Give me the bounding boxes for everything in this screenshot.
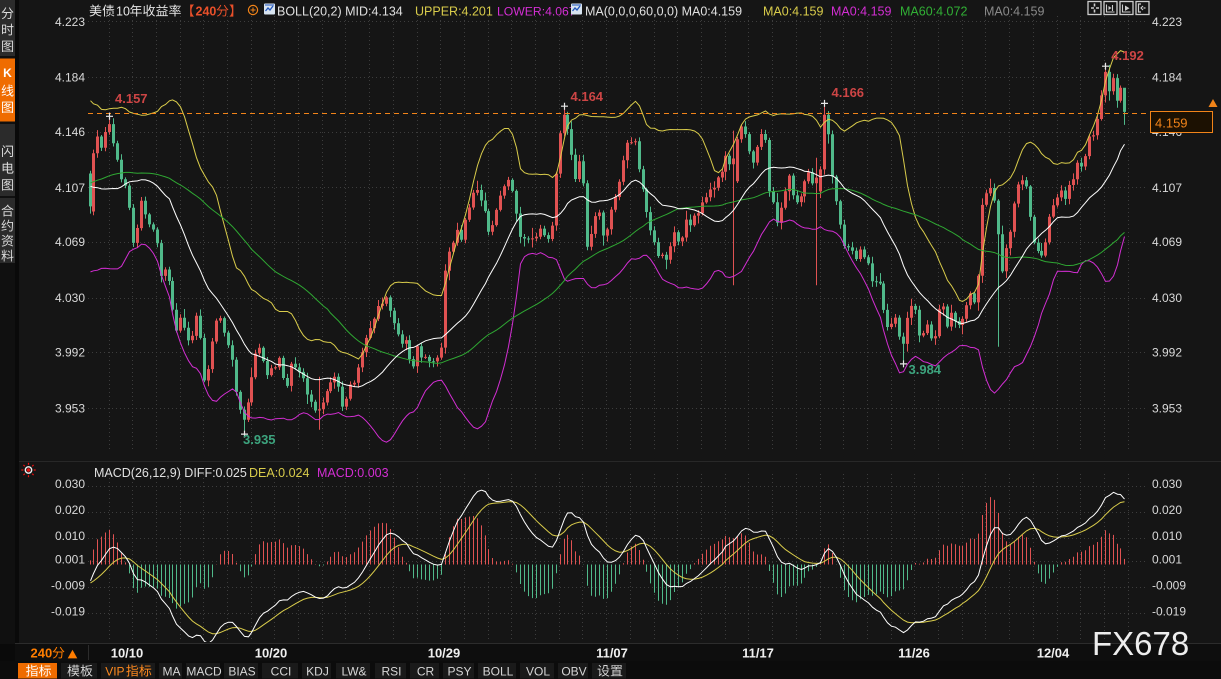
svg-text:-0.009: -0.009 xyxy=(1152,578,1186,592)
svg-text:OBV: OBV xyxy=(561,665,586,679)
svg-text:4.069: 4.069 xyxy=(55,235,85,249)
svg-text:K: K xyxy=(3,66,12,80)
svg-text:4.184: 4.184 xyxy=(55,71,85,85)
svg-text:11/07: 11/07 xyxy=(596,646,628,661)
svg-text:4.146: 4.146 xyxy=(55,125,85,139)
svg-text:MA60:4.072: MA60:4.072 xyxy=(900,5,967,19)
svg-text:MACD: MACD xyxy=(186,665,222,679)
svg-text:FX678: FX678 xyxy=(1092,625,1189,662)
svg-text:12/04: 12/04 xyxy=(1037,646,1070,661)
svg-text:4.069: 4.069 xyxy=(1152,235,1182,249)
svg-text:3.953: 3.953 xyxy=(1152,401,1182,415)
svg-text:4.107: 4.107 xyxy=(55,181,85,195)
svg-text:LOWER:4.067: LOWER:4.067 xyxy=(497,5,576,19)
svg-text:10/10: 10/10 xyxy=(111,646,144,661)
svg-text:4.223: 4.223 xyxy=(55,15,85,29)
svg-text:VOL: VOL xyxy=(526,665,550,679)
svg-text:0.001: 0.001 xyxy=(1152,552,1182,566)
svg-text:BOLL(20,2) MID:4.134: BOLL(20,2) MID:4.134 xyxy=(277,5,403,19)
svg-text:0.010: 0.010 xyxy=(1152,529,1182,543)
svg-text:4.107: 4.107 xyxy=(1152,181,1182,195)
svg-text:10/29: 10/29 xyxy=(428,646,461,661)
svg-text:-0.019: -0.019 xyxy=(51,604,85,618)
svg-text:MA0:4.159: MA0:4.159 xyxy=(984,5,1045,19)
svg-text:3.984: 3.984 xyxy=(909,362,942,377)
svg-text:11/26: 11/26 xyxy=(898,646,930,661)
svg-text:10/20: 10/20 xyxy=(255,646,288,661)
svg-text:4.184: 4.184 xyxy=(1152,71,1182,85)
svg-text:0.010: 0.010 xyxy=(55,529,85,543)
svg-text:240: 240 xyxy=(196,5,217,19)
svg-text:4.223: 4.223 xyxy=(1152,15,1182,29)
svg-text:4.157: 4.157 xyxy=(115,91,148,106)
svg-text:PSY: PSY xyxy=(447,665,471,679)
svg-text:MA0:4.159: MA0:4.159 xyxy=(831,5,892,19)
svg-text:VIP: VIP xyxy=(105,665,124,679)
svg-text:0.020: 0.020 xyxy=(55,503,85,517)
svg-text:4.164: 4.164 xyxy=(571,89,604,104)
svg-text:0.030: 0.030 xyxy=(55,477,85,491)
svg-text:0.020: 0.020 xyxy=(1152,503,1182,517)
svg-text:MACD:0.003: MACD:0.003 xyxy=(317,466,389,480)
svg-text:RSI: RSI xyxy=(381,665,401,679)
svg-text:3.992: 3.992 xyxy=(55,346,85,360)
svg-text:4.030: 4.030 xyxy=(1152,291,1182,305)
svg-text:-0.009: -0.009 xyxy=(51,578,85,592)
svg-text:11/17: 11/17 xyxy=(742,646,774,661)
svg-text:MA: MA xyxy=(163,665,181,679)
svg-text:KDJ: KDJ xyxy=(306,665,329,679)
svg-text:DEA:0.024: DEA:0.024 xyxy=(249,466,310,480)
svg-text:0.001: 0.001 xyxy=(55,552,85,566)
svg-text:3.953: 3.953 xyxy=(55,401,85,415)
svg-text:3.935: 3.935 xyxy=(243,432,276,447)
svg-text:4.159: 4.159 xyxy=(1155,116,1188,131)
svg-text:MA0:4.159: MA0:4.159 xyxy=(763,5,824,19)
svg-text:4.166: 4.166 xyxy=(832,85,865,100)
svg-text:240: 240 xyxy=(31,646,53,661)
svg-text:CCI: CCI xyxy=(271,665,292,679)
svg-text:0.030: 0.030 xyxy=(1152,477,1182,491)
svg-text:MACD(26,12,9) DIFF:0.025: MACD(26,12,9) DIFF:0.025 xyxy=(94,466,247,480)
svg-text:LW&: LW& xyxy=(341,665,366,679)
svg-text:MA(0,0,0,60,0,0) MA0:4.159: MA(0,0,0,60,0,0) MA0:4.159 xyxy=(585,5,742,19)
svg-text:10: 10 xyxy=(116,5,130,19)
svg-text:4.192: 4.192 xyxy=(1111,48,1144,63)
svg-text:CR: CR xyxy=(417,665,435,679)
svg-text:4.030: 4.030 xyxy=(55,291,85,305)
svg-text:UPPER:4.201: UPPER:4.201 xyxy=(415,5,493,19)
svg-text:3.992: 3.992 xyxy=(1152,346,1182,360)
svg-text:BOLL: BOLL xyxy=(483,665,514,679)
svg-text:BIAS: BIAS xyxy=(228,665,255,679)
svg-text:-0.019: -0.019 xyxy=(1152,604,1186,618)
